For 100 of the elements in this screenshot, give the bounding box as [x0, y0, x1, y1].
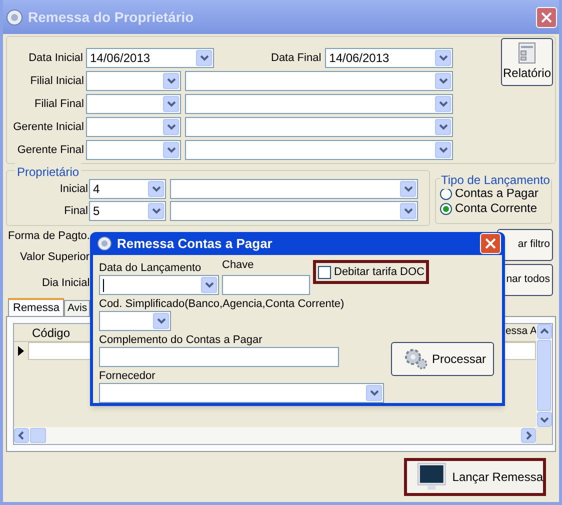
- field-label: Dia Inicial: [41, 276, 90, 291]
- chevron-down-icon: [166, 147, 176, 153]
- radio-button[interactable]: [440, 202, 452, 214]
- close-button[interactable]: [536, 6, 557, 28]
- checkbox[interactable]: [318, 266, 331, 278]
- field-value: 5: [93, 205, 100, 217]
- dropdown-button[interactable]: [400, 181, 416, 197]
- field-value: 14/06/2013: [329, 52, 390, 64]
- dropdown-field[interactable]: [185, 94, 453, 114]
- dropdown-button[interactable]: [435, 142, 451, 158]
- scroll-right-icon[interactable]: [521, 428, 536, 443]
- group-title: Proprietário: [15, 163, 82, 181]
- scroll-left-icon[interactable]: [14, 428, 29, 443]
- monitor-icon: [417, 462, 446, 492]
- scroll-thumb[interactable]: [537, 340, 551, 411]
- dropdown-field[interactable]: [170, 201, 418, 221]
- close-icon: [485, 238, 496, 249]
- chevron-down-icon: [152, 208, 160, 214]
- chevron-down-icon: [438, 55, 448, 61]
- chevron-down-icon: [166, 78, 176, 84]
- chevron-down-icon: [152, 186, 160, 192]
- chevron-down-icon: [438, 147, 448, 153]
- horizontal-scrollbar[interactable]: [14, 427, 536, 444]
- field-label: Complemento do Contas a Pagar: [99, 333, 264, 347]
- chevron-down-icon: [166, 124, 176, 130]
- logo-icon: [6, 8, 23, 26]
- scroll-thumb[interactable]: [30, 428, 46, 443]
- chevron-down-icon: [200, 55, 208, 61]
- field-label: Chave: [222, 258, 255, 272]
- dropdown-button[interactable]: [366, 385, 382, 401]
- radio-option[interactable]: Contas a Pagar: [440, 186, 551, 201]
- scroll-up-icon[interactable]: [536, 324, 552, 339]
- dropdown-button[interactable]: [163, 73, 179, 89]
- field-label: Filial Final: [33, 96, 85, 112]
- field-label: Data Final: [271, 50, 322, 66]
- input-field[interactable]: [99, 347, 339, 367]
- chevron-down-icon: [204, 282, 214, 288]
- process-button[interactable]: Processar: [391, 342, 494, 376]
- field-label: Data do Lançamento: [99, 261, 202, 275]
- vertical-scrollbar[interactable]: [536, 324, 552, 427]
- dropdown-field[interactable]: [86, 140, 181, 160]
- dropdown-button[interactable]: [435, 119, 451, 135]
- dropdown-field[interactable]: [86, 117, 181, 137]
- dialog-title: Remessa Contas a Pagar: [117, 234, 274, 253]
- chevron-down-icon: [438, 78, 448, 84]
- dropdown-button[interactable]: [435, 96, 451, 112]
- logo-icon: [97, 236, 112, 251]
- field-label: Forma de Pagto.: [7, 229, 90, 244]
- field-label: Gerente Inicial: [12, 120, 85, 135]
- dropdown-field[interactable]: [99, 311, 171, 331]
- field-label: Data Inicial: [28, 50, 84, 66]
- dropdown-button[interactable]: [196, 50, 212, 66]
- radio-option[interactable]: Conta Corrente: [440, 201, 551, 216]
- dropdown-field[interactable]: [99, 383, 384, 403]
- dropdown-field[interactable]: 4: [89, 179, 166, 199]
- dropdown-field[interactable]: [170, 179, 418, 199]
- report-button[interactable]: Relatório: [501, 38, 553, 86]
- scroll-down-icon[interactable]: [536, 412, 552, 427]
- dropdown-field[interactable]: 14/06/2013: [86, 48, 214, 68]
- close-icon: [541, 12, 552, 22]
- chevron-down-icon: [438, 101, 448, 107]
- dropdown-button[interactable]: [163, 96, 179, 112]
- dropdown-field[interactable]: [86, 94, 181, 114]
- dropdown-field[interactable]: [86, 71, 181, 91]
- chevron-down-icon: [404, 186, 412, 192]
- field-label: Debitar tarifa DOC: [334, 264, 424, 280]
- dropdown-field[interactable]: [185, 71, 453, 91]
- gears-icon: [404, 348, 428, 370]
- chevron-down-icon: [166, 101, 176, 107]
- close-button[interactable]: [480, 233, 501, 254]
- tab[interactable]: Remessa: [8, 298, 64, 316]
- field-label: Cod. Simplificado(Banco,Agencia,Conta Corrente): [99, 297, 346, 311]
- chevron-down-icon: [370, 390, 378, 396]
- dropdown-field[interactable]: [185, 117, 453, 137]
- chevron-down-icon: [404, 208, 412, 214]
- dropdown-button[interactable]: [153, 313, 169, 329]
- field-label: Fornecedor: [99, 369, 156, 383]
- field-value: 14/06/2013: [90, 52, 150, 64]
- dropdown-field[interactable]: [99, 275, 219, 295]
- dropdown-field[interactable]: [185, 140, 453, 160]
- report-icon: [518, 42, 536, 64]
- field-label: Inicial: [58, 182, 89, 197]
- dropdown-button[interactable]: [148, 181, 164, 197]
- field-label: Filial Inicial: [29, 74, 85, 89]
- dropdown-button[interactable]: [163, 142, 179, 158]
- dropdown-field[interactable]: 5: [89, 201, 166, 221]
- tab[interactable]: Avis: [64, 300, 90, 316]
- dropdown-button[interactable]: [435, 73, 451, 89]
- field-label: Valor Superior: [19, 250, 90, 264]
- input-field[interactable]: [222, 275, 310, 295]
- field-label: Gerente Final: [16, 142, 85, 158]
- dropdown-button[interactable]: [163, 119, 179, 135]
- dropdown-button[interactable]: [201, 277, 217, 293]
- launch-button[interactable]: Lançar Remessa: [404, 458, 546, 496]
- window-title: Remessa do Proprietário: [28, 8, 195, 27]
- dropdown-button[interactable]: [435, 50, 452, 66]
- field-label: Final: [63, 204, 89, 219]
- dropdown-button[interactable]: [400, 203, 416, 219]
- dropdown-field[interactable]: 14/06/2013: [325, 48, 454, 68]
- dropdown-button[interactable]: [148, 203, 164, 219]
